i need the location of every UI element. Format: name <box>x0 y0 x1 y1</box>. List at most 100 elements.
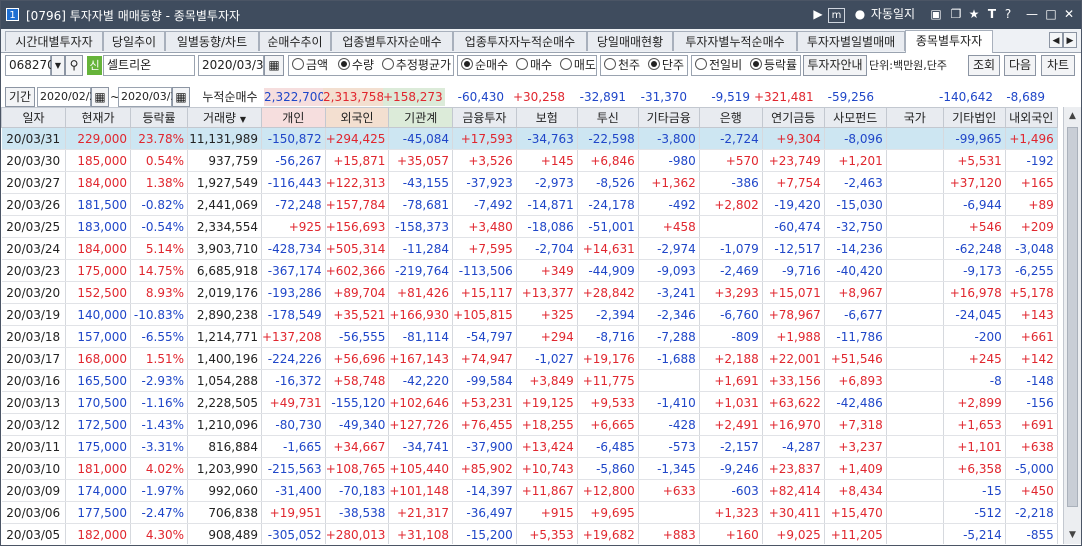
table-row[interactable]: 20/03/20 152,500 8.93% 2,019,176 -193,286 +89… <box>1 281 1058 304</box>
copy-window-icon[interactable]: ❐ <box>949 6 963 23</box>
table-row[interactable]: 20/03/11 175,000 -3.31% 816,884 -1,665 +34,66… <box>1 435 1058 458</box>
scroll-thumb[interactable] <box>1067 127 1078 507</box>
table-row[interactable]: 20/03/27 184,000 1.38% 1,927,549 -116,443 +12… <box>1 171 1058 194</box>
radio-prev-day[interactable]: 전일비 <box>695 58 742 72</box>
table-row[interactable]: 20/03/06 177,500 -2.47% 706,838 +19,951 -38,5… <box>1 501 1058 524</box>
col-financial[interactable]: 금융투자 <box>452 107 517 128</box>
radio-net-buy[interactable]: 순매수 <box>461 58 508 72</box>
close-icon[interactable]: ✕ <box>1062 6 1076 23</box>
table-row[interactable]: 20/03/09 174,000 -1.97% 992,060 -31,400 -70,1… <box>1 479 1058 502</box>
table-cell: 20/03/05 <box>1 523 66 544</box>
pin-icon[interactable]: ★ <box>967 6 981 23</box>
stock-name-field[interactable]: 셀트리온 <box>103 55 195 76</box>
investor-info-button[interactable]: 투자자안내 <box>803 55 867 76</box>
investor-table[interactable]: 일자 현재가 등락률 거래량 ▼ 개인 외국인 기관계 금융투자 보험 투신 기… <box>1 107 1062 544</box>
minimize-icon[interactable]: — <box>1025 6 1039 23</box>
table-row[interactable]: 20/03/13 170,500 -1.16% 2,228,505 +49,731 -15… <box>1 391 1058 414</box>
table-row[interactable]: 20/03/17 168,000 1.51% 1,400,196 -224,226 +56… <box>1 347 1058 370</box>
col-pension[interactable]: 연기금등 <box>761 107 825 128</box>
search-icon[interactable]: ⚲ <box>65 55 83 76</box>
radio-amount[interactable]: 금액 <box>292 58 328 72</box>
table-cell: -44,909 <box>577 259 639 282</box>
date-from-calendar-icon[interactable]: ▦ <box>91 87 109 107</box>
table-row[interactable]: 20/03/10 181,000 4.02% 1,203,990 -215,563 +10… <box>1 457 1058 480</box>
maximize-icon[interactable]: □ <box>1044 6 1058 23</box>
table-row[interactable]: 20/03/25 183,000 -0.54% 2,334,554 +925 +156,6… <box>1 215 1058 238</box>
table-row[interactable]: 20/03/12 172,500 -1.43% 1,210,096 -80,730 -49… <box>1 413 1058 436</box>
col-private[interactable]: 사모펀드 <box>823 107 887 128</box>
date-from-input[interactable]: 2020/02/29 <box>37 87 103 107</box>
table-row[interactable]: 20/03/26 181,500 -0.82% 2,441,069 -72,248 +15… <box>1 193 1058 216</box>
vertical-scrollbar[interactable]: ▲ ▼ <box>1063 107 1081 544</box>
col-other-corp[interactable]: 기타법인 <box>942 107 1006 128</box>
col-trust[interactable]: 투신 <box>576 107 639 128</box>
table-row[interactable]: 20/03/30 185,000 0.54% 937,759 -56,267 +15,87… <box>1 149 1058 172</box>
stock-code-input[interactable]: 068270 <box>5 55 55 76</box>
col-domestic-foreign[interactable]: 내외국인 <box>1004 107 1058 128</box>
radio-change-rate[interactable]: 등락률 <box>749 58 797 72</box>
table-row[interactable]: 20/03/24 184,000 5.14% 3,903,710 -428,734 +50… <box>1 237 1058 260</box>
table-row[interactable]: 20/03/31 229,000 23.78% 11,131,989 -150,872 +… <box>1 127 1058 150</box>
tab-daily-trend[interactable]: 당일추이 <box>103 31 165 51</box>
radio-buy[interactable]: 매수 <box>515 58 552 72</box>
col-bank[interactable]: 은행 <box>698 107 763 128</box>
table-cell: 4.02% <box>130 457 188 480</box>
next-button[interactable]: 다음 <box>1004 55 1036 76</box>
radio-single-shares[interactable]: 단주 <box>647 58 684 72</box>
table-cell: +23,837 <box>762 457 825 480</box>
col-volume[interactable]: 거래량 ▼ <box>187 107 262 128</box>
radio-estimated-avg[interactable]: 추정평균가 <box>381 58 451 72</box>
date-to-calendar-icon[interactable]: ▦ <box>172 87 190 107</box>
table-cell: 992,060 <box>187 479 262 502</box>
tab-sector-investor[interactable]: 업종별투자자순매수 <box>331 31 453 51</box>
col-other-fin[interactable]: 기타금융 <box>637 107 700 128</box>
col-change-rate[interactable]: 등락률 <box>130 107 188 128</box>
col-date[interactable]: 일자 <box>1 107 66 128</box>
tab-stock-investor[interactable]: 종목별투자자 <box>905 30 993 53</box>
table-cell: -51,001 <box>577 215 639 238</box>
volume-dropdown-icon[interactable]: ▼ <box>240 115 246 124</box>
help-icon[interactable]: ? <box>1001 6 1015 23</box>
scroll-down-icon[interactable]: ▼ <box>1066 528 1079 542</box>
table-cell: -37,900 <box>452 435 517 458</box>
font-size-icon[interactable]: T <box>985 6 999 23</box>
code-dropdown-icon[interactable]: ▼ <box>51 55 65 76</box>
tab-net-buy-trend[interactable]: 순매수추이 <box>259 31 331 51</box>
col-price[interactable]: 현재가 <box>65 107 131 128</box>
table-row[interactable]: 20/03/23 175,000 14.75% 6,685,918 -367,174 +6… <box>1 259 1058 282</box>
table-row[interactable]: 20/03/05 182,000 4.30% 908,489 -305,052 +280,… <box>1 523 1058 544</box>
calendar-icon[interactable]: ▦ <box>264 55 284 76</box>
tab-sector-cumulative[interactable]: 업종투자자누적순매수 <box>453 31 587 51</box>
tab-next-icon[interactable]: ▶ <box>1063 32 1077 48</box>
radio-thousand-shares[interactable]: 천주 <box>604 58 640 72</box>
next-arrow-icon[interactable]: ▶ <box>811 6 825 23</box>
table-cell: +160 <box>699 523 763 544</box>
table-cell: +33,156 <box>762 369 825 392</box>
tab-time-investor[interactable]: 시간대별투자자 <box>5 31 103 51</box>
scroll-up-icon[interactable]: ▲ <box>1066 109 1079 123</box>
date-to-input[interactable]: 2020/03/31 <box>118 87 184 107</box>
compare-group: 전일비 등락률 <box>691 55 801 76</box>
col-nation[interactable]: 국가 <box>885 107 944 128</box>
auto-lock-label[interactable]: 자동일지 <box>869 6 917 23</box>
chart-button[interactable]: 차트 <box>1041 55 1075 76</box>
col-institution[interactable]: 기관계 <box>388 107 454 128</box>
tab-investor-daily[interactable]: 투자자별일별매매 <box>797 31 905 51</box>
query-button[interactable]: 조회 <box>968 55 1000 76</box>
tab-daily-chart[interactable]: 일별동향/차트 <box>165 31 259 51</box>
tab-investor-cumulative[interactable]: 투자자별누적순매수 <box>673 31 797 51</box>
lock-icon[interactable]: ● <box>853 6 867 23</box>
table-row[interactable]: 20/03/16 165,500 -2.93% 1,054,288 -16,372 +58… <box>1 369 1058 392</box>
table-row[interactable]: 20/03/19 140,000 -10.83% 2,890,238 -178,549 +… <box>1 303 1058 326</box>
col-insurance[interactable]: 보험 <box>515 107 578 128</box>
radio-sell[interactable]: 매도 <box>559 58 596 72</box>
window-layout-icon[interactable]: ▣ <box>929 6 943 23</box>
table-row[interactable]: 20/03/18 157,000 -6.55% 1,214,771 +137,208 -5… <box>1 325 1058 348</box>
col-individual[interactable]: 개인 <box>261 107 326 128</box>
col-foreign[interactable]: 외국인 <box>324 107 390 128</box>
tab-daily-trade[interactable]: 당일매매현황 <box>587 31 673 51</box>
radio-quantity[interactable]: 수량 <box>337 58 374 72</box>
date-input[interactable]: 2020/03/31 <box>198 55 271 76</box>
m-icon[interactable]: m <box>828 8 845 23</box>
tab-prev-icon[interactable]: ◀ <box>1049 32 1063 48</box>
